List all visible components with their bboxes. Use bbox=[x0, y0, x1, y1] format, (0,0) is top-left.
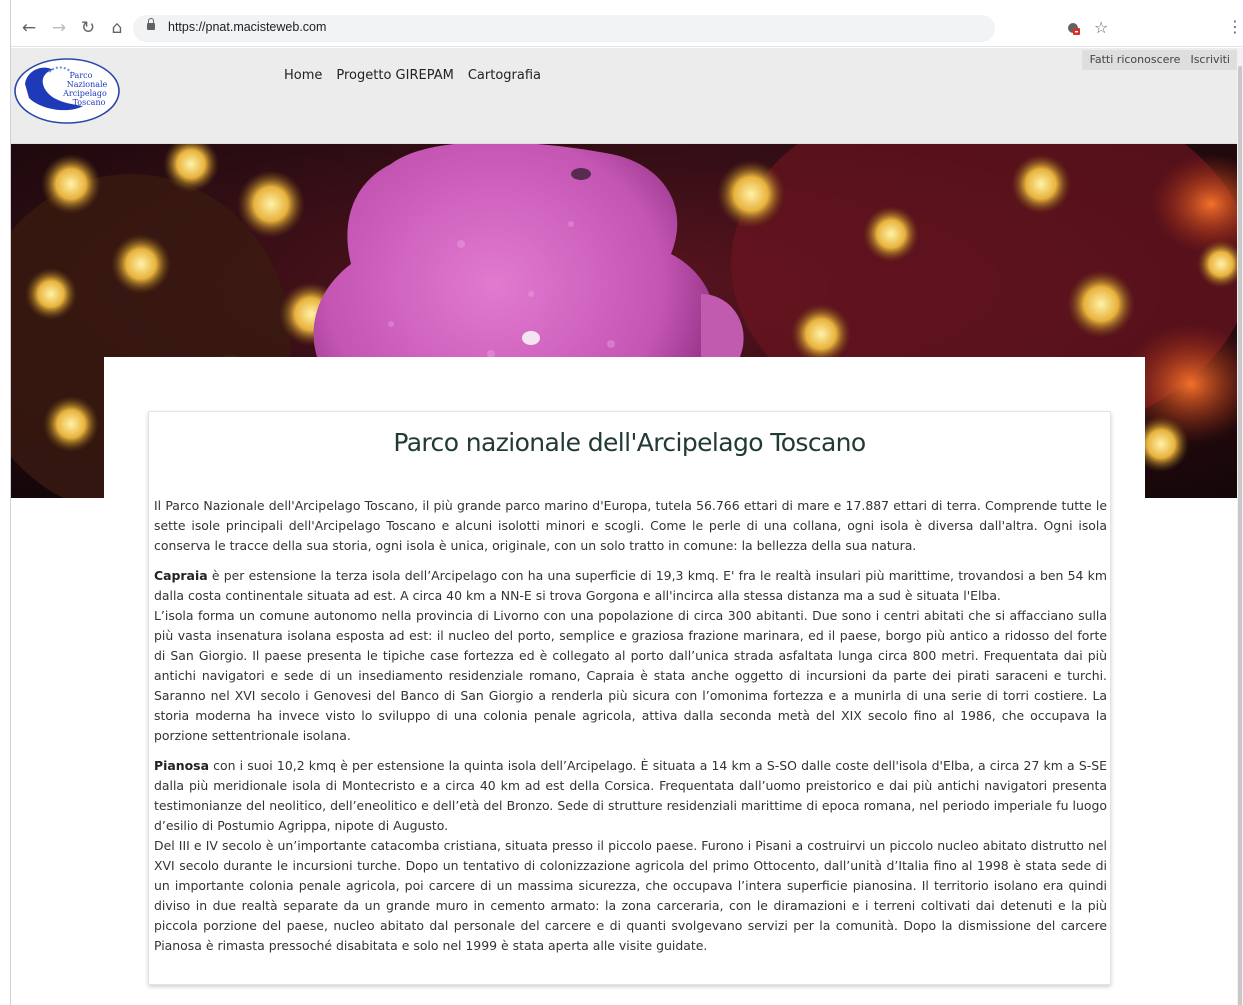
svg-text:Toscano: Toscano bbox=[73, 98, 106, 107]
svg-text:Arcipelago: Arcipelago bbox=[62, 89, 107, 98]
pianosa-text-2: Del III e IV secolo è un’importante cata… bbox=[154, 838, 1107, 953]
scrollbar-thumb[interactable] bbox=[1238, 66, 1242, 1005]
nav-home[interactable]: Home bbox=[284, 68, 322, 83]
intro-paragraph: Il Parco Nazionale dell'Arcipelago Tosca… bbox=[154, 498, 1107, 553]
register-link[interactable]: Iscriviti bbox=[1190, 53, 1230, 66]
pianosa-text-1: con i suoi 10,2 kmq è per estensione la … bbox=[154, 758, 1107, 833]
article-body: Il Parco Nazionale dell'Arcipelago Tosca… bbox=[154, 496, 1107, 966]
back-arrow-icon[interactable]: ← bbox=[19, 18, 39, 38]
page-title: Parco nazionale dell'Arcipelago Toscano bbox=[393, 428, 866, 457]
login-link[interactable]: Fatti riconoscere bbox=[1090, 53, 1181, 66]
svg-text:Parco: Parco bbox=[70, 71, 93, 80]
main-nav: Home Progetto GIREPAM Cartografia bbox=[284, 68, 541, 83]
address-bar[interactable]: https://pnat.macisteweb.com ☆ bbox=[133, 15, 1108, 42]
nav-cartografia[interactable]: Cartografia bbox=[468, 68, 541, 83]
reload-icon[interactable]: ↻ bbox=[78, 18, 98, 38]
forward-arrow-icon[interactable]: → bbox=[49, 18, 69, 38]
capraia-paragraph: Capraia è per estensione la terza isola … bbox=[154, 566, 1107, 746]
home-icon[interactable]: ⌂ bbox=[107, 18, 127, 38]
url-text[interactable]: https://pnat.macisteweb.com bbox=[168, 20, 326, 34]
capraia-text-2: L’isola forma un comune autonomo nella p… bbox=[154, 608, 1107, 743]
pianosa-heading: Pianosa bbox=[154, 758, 209, 773]
pianosa-paragraph: Pianosa con i suoi 10,2 kmq è per estens… bbox=[154, 756, 1107, 956]
page-scrollbar[interactable] bbox=[1237, 48, 1243, 1005]
browser-menu-icon[interactable]: ⋮ bbox=[1227, 19, 1243, 35]
capraia-text-1: è per estensione la terza isola dell’Arc… bbox=[154, 568, 1107, 603]
article-card: Parco nazionale dell'Arcipelago Toscano … bbox=[148, 411, 1111, 985]
browser-window: ← → ↻ ⌂ https://pnat.macisteweb.com ☆ ⋮ … bbox=[10, 0, 1243, 1005]
user-nav: Fatti riconoscere Iscriviti bbox=[1081, 50, 1238, 70]
bookmark-star-icon[interactable]: ☆ bbox=[1094, 18, 1108, 37]
park-logo[interactable]: Parco Nazionale Arcipelago Toscano bbox=[13, 56, 121, 126]
cookie-blocked-icon[interactable] bbox=[1067, 22, 1080, 35]
browser-toolbar: ← → ↻ ⌂ https://pnat.macisteweb.com ☆ ⋮ bbox=[11, 10, 1243, 47]
nav-progetto-girepam[interactable]: Progetto GIREPAM bbox=[336, 68, 453, 83]
svg-text:Nazionale: Nazionale bbox=[67, 80, 108, 89]
capraia-heading: Capraia bbox=[154, 568, 208, 583]
site-header: Parco Nazionale Arcipelago Toscano Home … bbox=[11, 48, 1243, 144]
lock-icon bbox=[147, 18, 155, 30]
